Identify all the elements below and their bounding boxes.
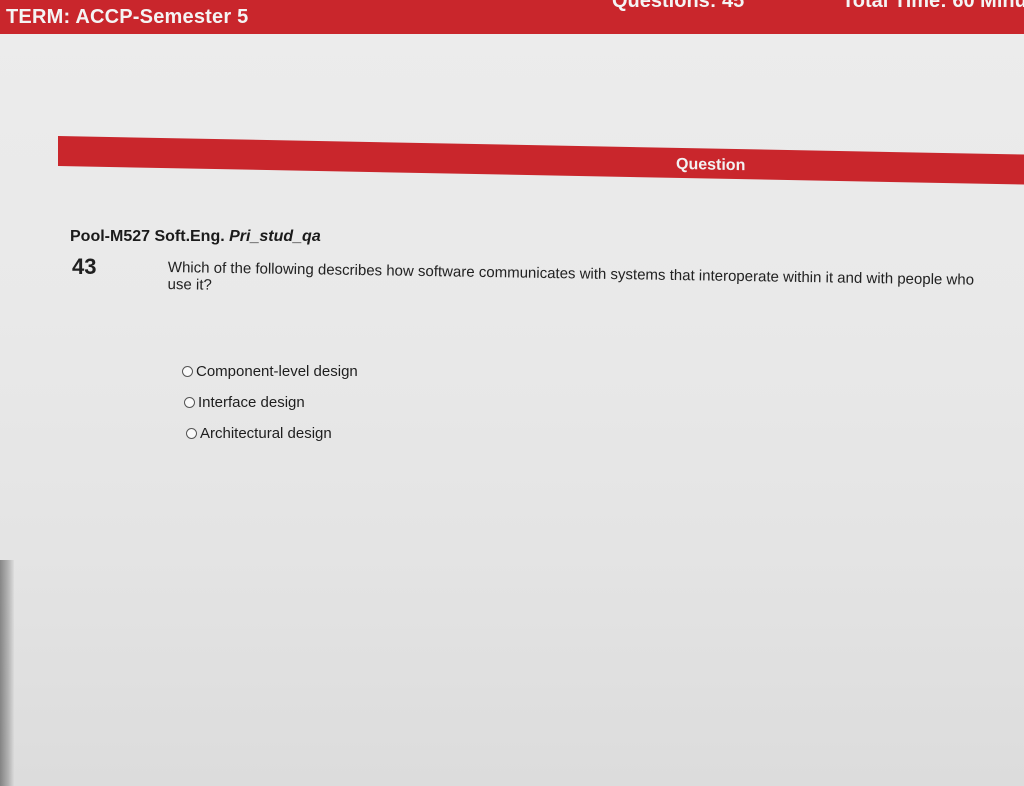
question-pool: Pool-M527 Soft.Eng. Pri_stud_qa bbox=[70, 228, 321, 246]
answer-option-component-level[interactable]: Component-level design bbox=[182, 356, 358, 387]
question-section-bar: Question bbox=[58, 136, 1024, 185]
question-number: 43 bbox=[72, 254, 97, 279]
answer-option-architectural[interactable]: Architectural design bbox=[186, 418, 358, 449]
term-title: TERM: ACCP-Semester 5 bbox=[6, 6, 249, 28]
question-text: Which of the following describes how sof… bbox=[167, 259, 975, 294]
pool-name: Pool-M527 Soft.Eng. bbox=[70, 228, 225, 245]
header-bar: TERM: ACCP-Semester 5 Questions: 45 Tota… bbox=[0, 0, 1024, 34]
questions-count: Questions: 45 bbox=[612, 0, 745, 12]
radio-button[interactable] bbox=[186, 428, 197, 439]
answer-option-label: Architectural design bbox=[200, 425, 332, 442]
answer-option-interface[interactable]: Interface design bbox=[184, 387, 358, 418]
radio-button[interactable] bbox=[182, 366, 193, 377]
answer-option-label: Interface design bbox=[198, 394, 305, 411]
answer-options: Component-level design Interface design … bbox=[182, 356, 358, 449]
question-section-label: Question bbox=[676, 155, 746, 175]
answer-option-label: Component-level design bbox=[196, 363, 358, 380]
radio-button[interactable] bbox=[184, 397, 195, 408]
pool-suffix: Pri_stud_qa bbox=[229, 228, 321, 245]
monitor-bezel bbox=[0, 560, 14, 786]
total-time: Total Time: 60 Minu bbox=[842, 0, 1024, 12]
exam-screen: TERM: ACCP-Semester 5 Questions: 45 Tota… bbox=[0, 0, 1024, 786]
